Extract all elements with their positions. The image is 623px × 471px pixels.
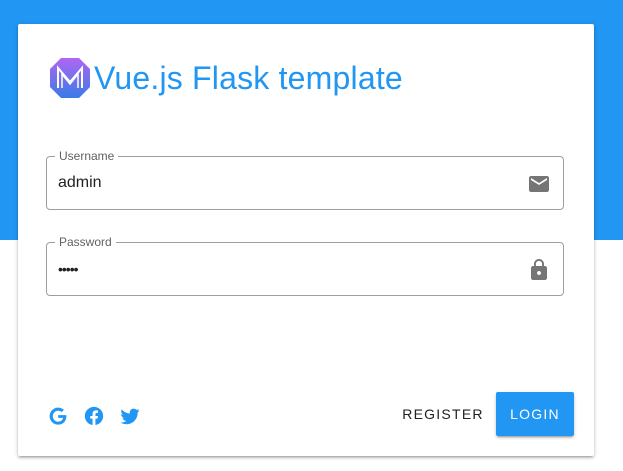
app-title: Vue.js Flask template xyxy=(94,60,403,96)
google-icon xyxy=(49,407,67,425)
password-input[interactable] xyxy=(58,243,508,295)
facebook-login-button[interactable] xyxy=(82,404,106,428)
lock-icon xyxy=(531,259,547,280)
password-field[interactable]: Password xyxy=(46,235,564,296)
login-button[interactable]: LOGIN xyxy=(496,392,574,436)
username-field[interactable]: Username xyxy=(46,149,564,210)
facebook-icon xyxy=(84,406,104,426)
app-logo-icon xyxy=(50,58,90,98)
twitter-login-button[interactable] xyxy=(118,404,142,428)
email-icon xyxy=(529,176,549,192)
google-login-button[interactable] xyxy=(46,404,70,428)
login-card: Vue.js Flask template Username Password xyxy=(18,24,594,456)
social-login xyxy=(46,404,154,428)
card-header: Vue.js Flask template xyxy=(48,56,403,100)
twitter-icon xyxy=(120,408,140,425)
username-input[interactable] xyxy=(58,157,508,209)
register-button[interactable]: REGISTER xyxy=(396,392,490,436)
